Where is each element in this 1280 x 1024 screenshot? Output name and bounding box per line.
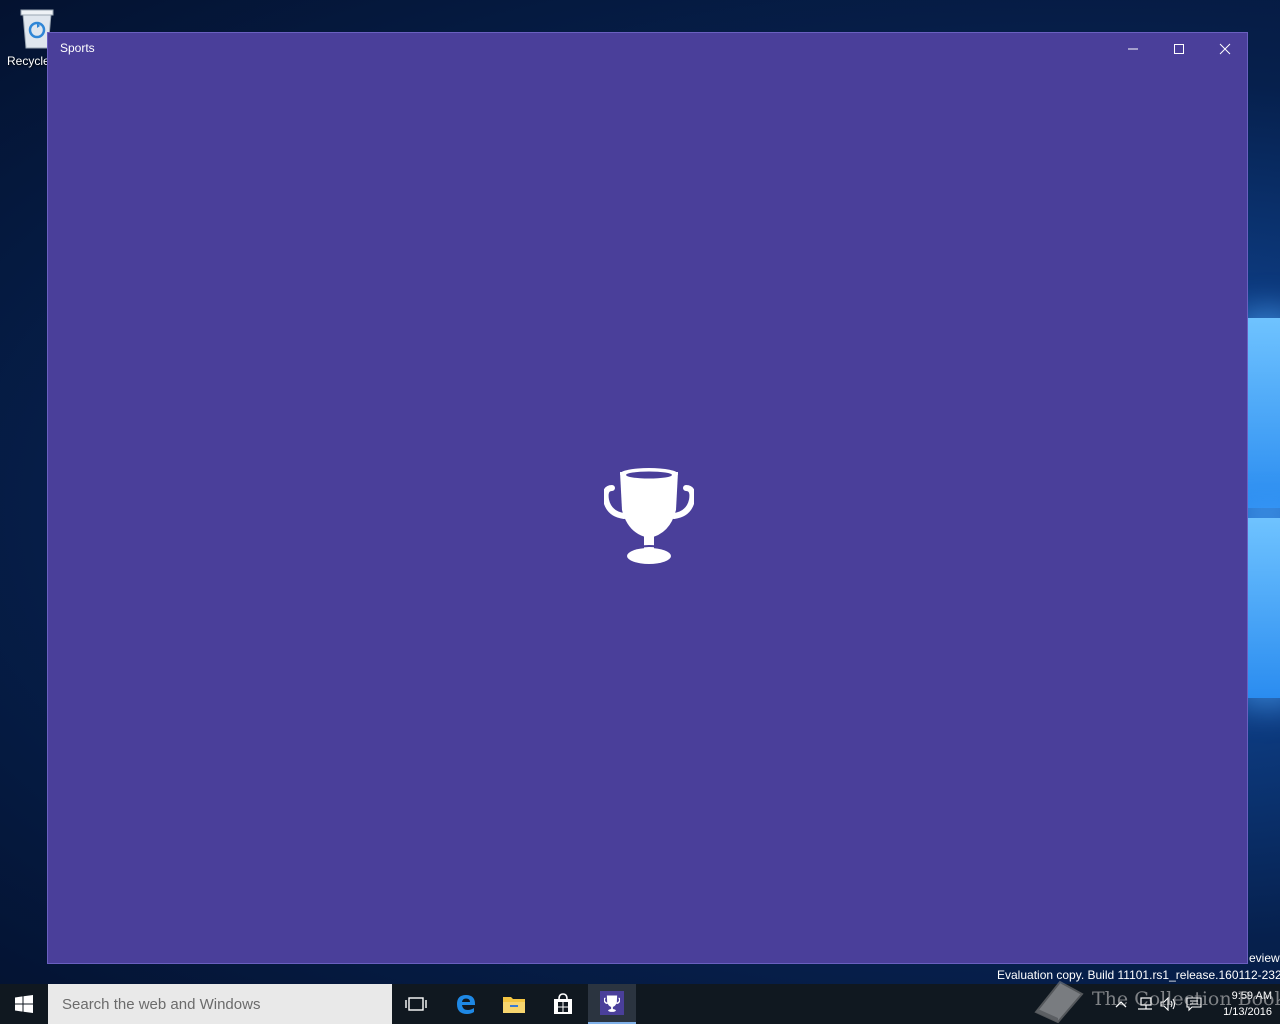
action-center-button[interactable] — [1182, 984, 1206, 1024]
clock-date: 1/13/2016 — [1223, 1006, 1272, 1018]
volume-button[interactable] — [1158, 984, 1180, 1024]
maximize-icon — [1174, 43, 1184, 54]
edge-icon — [457, 995, 475, 1014]
task-view-button[interactable] — [392, 984, 440, 1024]
network-icon — [1138, 997, 1152, 1010]
edge-button[interactable] — [442, 984, 490, 1024]
splash-screen-logo — [602, 464, 696, 564]
desktop: Recycle Sports eview Evaluation copy. Bu… — [0, 0, 1280, 1024]
notification-icon — [1186, 997, 1202, 1012]
recycle-bin-icon — [17, 6, 54, 49]
close-button[interactable] — [1202, 33, 1248, 64]
network-button[interactable] — [1134, 984, 1156, 1024]
search-box[interactable] — [48, 984, 392, 1024]
search-input[interactable] — [60, 994, 384, 1014]
sports-taskbar-button[interactable] — [588, 984, 636, 1024]
maximize-button[interactable] — [1156, 33, 1202, 64]
taskbar: 9:59 AM 1/13/2016 — [0, 984, 1280, 1024]
minimize-icon — [1128, 48, 1138, 49]
sports-app-window: Sports — [47, 32, 1248, 964]
close-icon — [1219, 43, 1231, 54]
volume-icon — [1160, 997, 1176, 1011]
clock-time: 9:59 AM — [1231, 990, 1272, 1002]
chevron-up-icon — [1115, 1001, 1127, 1008]
build-watermark: Evaluation copy. Build 11101.rs1_release… — [997, 968, 1280, 982]
taskbar-clock[interactable]: 9:59 AM 1/13/2016 — [1206, 988, 1272, 1020]
window-titlebar[interactable]: Sports — [48, 33, 1247, 64]
build-watermark-preview: eview — [1249, 951, 1280, 965]
store-button[interactable] — [539, 984, 587, 1024]
trophy-icon — [604, 995, 620, 1012]
trophy-icon — [602, 468, 696, 564]
store-icon — [554, 993, 572, 1014]
window-title: Sports — [60, 41, 95, 55]
file-explorer-button[interactable] — [490, 984, 538, 1024]
folder-icon — [503, 997, 525, 1013]
show-hidden-icons-button[interactable] — [1110, 984, 1132, 1024]
minimize-button[interactable] — [1110, 33, 1156, 64]
windows-start-icon — [15, 995, 33, 1013]
start-button[interactable] — [0, 984, 48, 1024]
windows-logo-wallpaper — [1248, 300, 1280, 720]
task-view-icon — [405, 997, 427, 1011]
